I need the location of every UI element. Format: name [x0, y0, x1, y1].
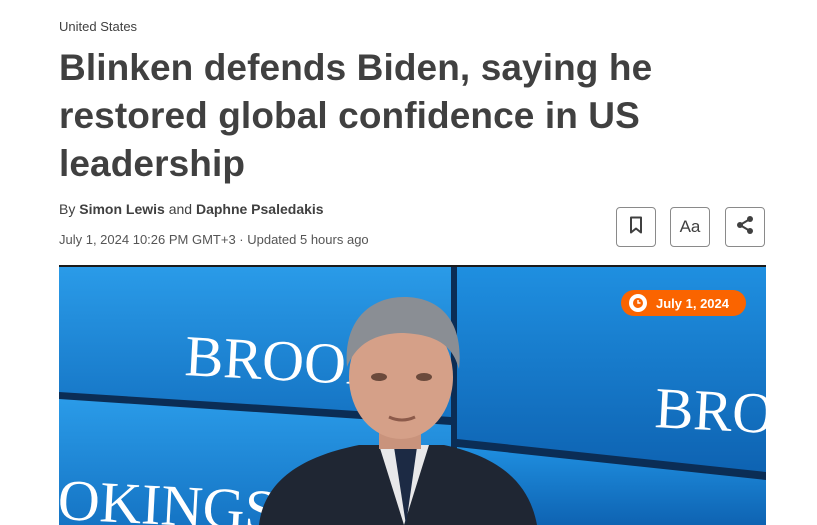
share-button[interactable] [725, 207, 765, 247]
dateline: July 1, 2024 10:26 PM GMT+3 · Updated 5 … [59, 232, 369, 247]
byline-joiner: and [168, 201, 193, 217]
text-size-button[interactable]: Aa [670, 207, 710, 247]
bookmark-icon [629, 216, 643, 239]
section-label[interactable]: United States [59, 19, 137, 34]
bookmark-button[interactable] [616, 207, 656, 247]
date-badge: July 1, 2024 [621, 290, 746, 316]
author-link[interactable]: Simon Lewis [79, 201, 165, 217]
clock-icon [629, 294, 647, 312]
author-link[interactable]: Daphne Psaledakis [196, 201, 324, 217]
share-icon [734, 214, 756, 241]
headline: Blinken defends Biden, saying he restore… [59, 47, 653, 184]
text-size-label: Aa [679, 217, 701, 236]
backdrop-text: BROO [653, 375, 766, 448]
byline: By Simon Lewis and Daphne Psaledakis [59, 201, 324, 217]
date-badge-label: July 1, 2024 [656, 295, 729, 311]
byline-prefix: By [59, 201, 76, 217]
